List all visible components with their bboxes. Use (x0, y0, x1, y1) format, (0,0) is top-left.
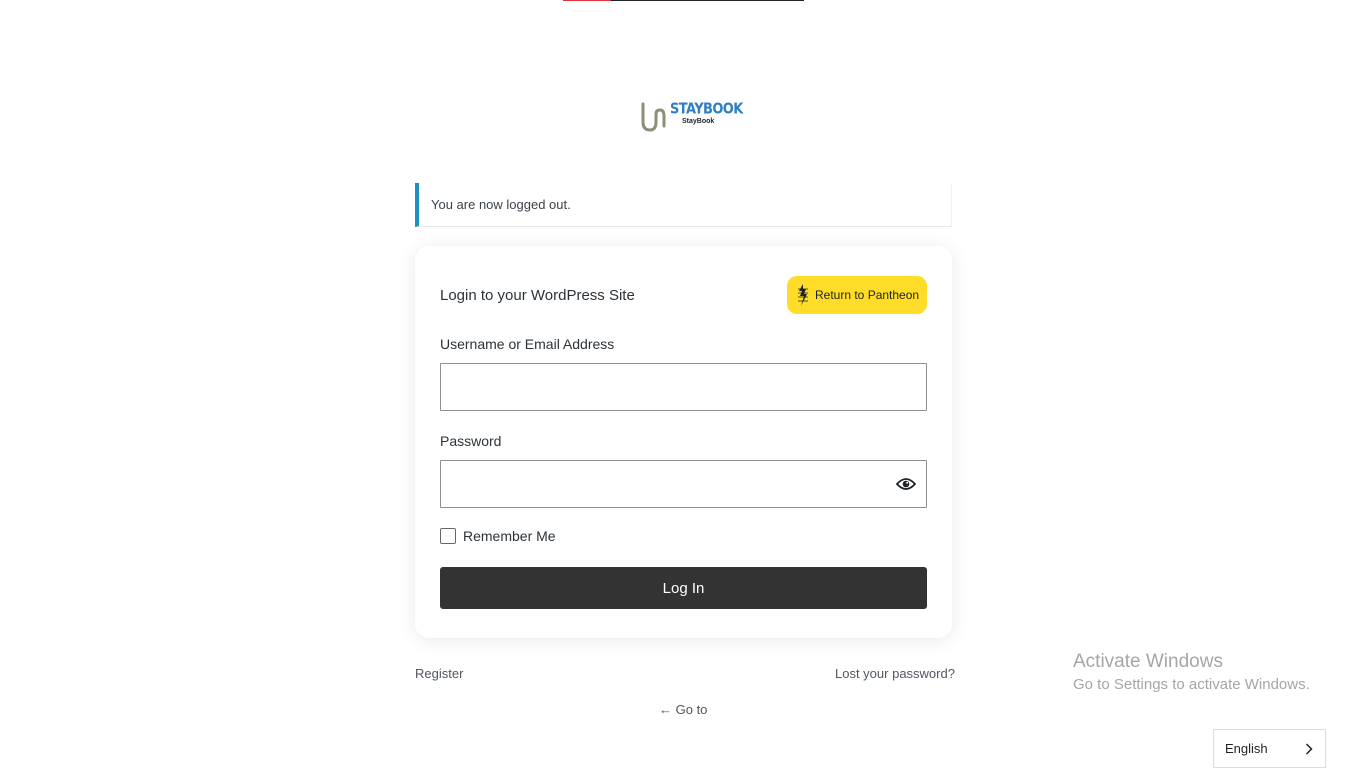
eye-icon (896, 478, 916, 490)
pantheon-icon (798, 284, 808, 306)
pantheon-button-label: Return to Pantheon (815, 288, 920, 302)
password-label: Password (440, 433, 502, 449)
show-password-button[interactable] (893, 475, 919, 493)
remember-me-checkbox[interactable] (440, 528, 456, 544)
go-to-site-link[interactable]: ← Go to (659, 702, 707, 717)
logo-subtext: StayBook (682, 118, 715, 125)
notice-message: You are now logged out. (431, 197, 571, 212)
top-progress-bar (563, 0, 804, 1)
remember-me-row: Remember Me (440, 528, 556, 544)
username-input[interactable] (440, 363, 927, 411)
return-to-pantheon-button[interactable]: Return to Pantheon (787, 276, 927, 314)
language-selected: English (1225, 741, 1268, 756)
activate-windows-subtitle: Go to Settings to activate Windows. (1073, 676, 1310, 693)
register-link[interactable]: Register (415, 666, 463, 681)
remember-me-label[interactable]: Remember Me (463, 528, 556, 544)
chevron-right-icon (1305, 742, 1313, 755)
lost-password-link[interactable]: Lost your password? (835, 666, 955, 681)
password-input[interactable] (440, 460, 927, 508)
top-progress-accent (563, 0, 611, 1)
login-form: Login to your WordPress Site Return to P… (415, 246, 952, 638)
login-form-title: Login to your WordPress Site (440, 287, 635, 304)
logo-brand-text: STAYBOOK (670, 100, 743, 119)
logo-icon (641, 102, 666, 132)
username-label: Username or Email Address (440, 336, 615, 352)
site-logo[interactable]: STAYBOOK StayBook (640, 98, 743, 132)
activate-windows-title: Activate Windows (1073, 651, 1223, 672)
language-switcher[interactable]: English (1213, 729, 1326, 768)
login-button[interactable]: Log In (440, 567, 927, 609)
logout-notice: You are now logged out. (415, 183, 952, 227)
